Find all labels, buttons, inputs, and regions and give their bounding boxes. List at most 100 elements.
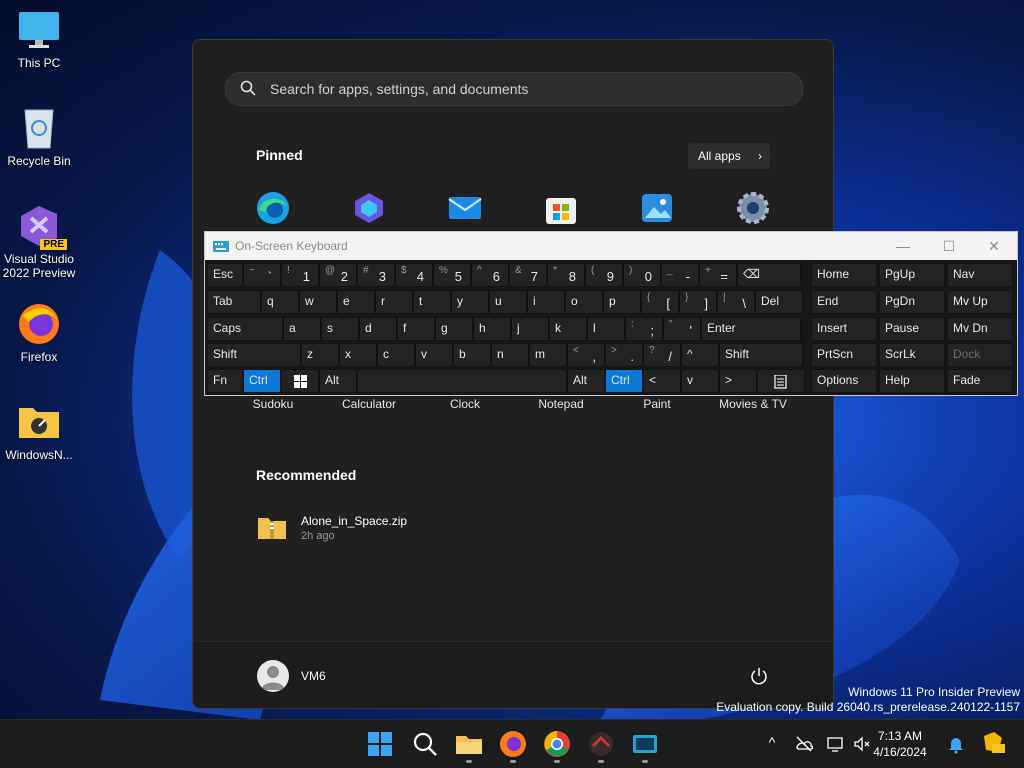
osk-key-kr3-0[interactable]: Caps <box>207 317 283 341</box>
pinned-app-mail[interactable] <box>417 190 513 226</box>
osk-nav-key-fade[interactable]: Fade <box>947 369 1013 393</box>
osk-key-kr5-3[interactable]: Alt <box>319 369 357 393</box>
osk-key-kr1-10[interactable]: (9 <box>585 263 623 287</box>
osk-key-kr3-3[interactable]: d <box>359 317 397 341</box>
pinned-app-sudoku[interactable]: Sudoku <box>225 397 321 411</box>
osk-key-kr3-7[interactable]: j <box>511 317 549 341</box>
osk-key-kr4-0[interactable]: Shift <box>207 343 301 367</box>
osk-nav-key-home[interactable]: Home <box>811 263 877 287</box>
maximize-button[interactable]: ☐ <box>926 232 972 260</box>
osk-key-kr4-5[interactable]: b <box>453 343 491 367</box>
osk-key-kr4-1[interactable]: z <box>301 343 339 367</box>
osk-key-kr5-0[interactable]: Fn <box>207 369 243 393</box>
osk-key-kr3-10[interactable]: :; <box>625 317 663 341</box>
osk-nav-key-mv-dn[interactable]: Mv Dn <box>947 317 1013 341</box>
osk-key-kr2-11[interactable]: {[ <box>641 290 679 314</box>
taskbar-firefox[interactable] <box>497 728 529 763</box>
taskbar-file-explorer[interactable] <box>453 728 485 763</box>
osk-key-kr4-11[interactable]: ^ <box>681 343 719 367</box>
osk-nav-key-options[interactable]: Options <box>811 369 877 393</box>
display-icon[interactable] <box>826 734 846 754</box>
osk-key-kr1-14[interactable]: ⌫ <box>737 263 801 287</box>
osk-nav-key-pgdn[interactable]: PgDn <box>879 290 945 314</box>
osk-key-kr4-7[interactable]: m <box>529 343 567 367</box>
osk-key-kr1-8[interactable]: & 7 <box>509 263 547 287</box>
osk-key-kr1-6[interactable]: % 5 <box>433 263 471 287</box>
osk-nav-key-pgup[interactable]: PgUp <box>879 263 945 287</box>
osk-key-kr4-3[interactable]: c <box>377 343 415 367</box>
pinned-app-store[interactable] <box>513 190 609 226</box>
pinned-app-settings[interactable] <box>705 190 801 226</box>
pinned-app-calculator[interactable]: Calculator <box>321 397 417 411</box>
osk-key-kr5-8[interactable]: v <box>681 369 719 393</box>
osk-key-kr1-2[interactable]: ! 1 <box>281 263 319 287</box>
osk-nav-key-help[interactable]: Help <box>879 369 945 393</box>
minimize-button[interactable]: — <box>880 232 926 260</box>
osk-key-kr2-1[interactable]: q <box>261 290 299 314</box>
osk-key-kr2-9[interactable]: o <box>565 290 603 314</box>
osk-key-kr2-12[interactable]: }] <box>679 290 717 314</box>
osk-key-kr2-0[interactable]: Tab <box>207 290 261 314</box>
osk-key-kr1-3[interactable]: @2 <box>319 263 357 287</box>
osk-nav-key-insert[interactable]: Insert <box>811 317 877 341</box>
osk-key-kr3-11[interactable]: " ' <box>663 317 701 341</box>
tray-overflow-chevron[interactable]: ^ <box>762 734 782 754</box>
osk-key-kr4-8[interactable]: <, <box>567 343 605 367</box>
osk-key-kr4-2[interactable]: x <box>339 343 377 367</box>
pinned-app-photos[interactable] <box>609 190 705 226</box>
osk-key-kr4-6[interactable]: n <box>491 343 529 367</box>
power-icon[interactable] <box>749 666 769 686</box>
osk-key-kr4-12[interactable]: Shift <box>719 343 803 367</box>
notification-bell-icon[interactable] <box>946 734 966 754</box>
osk-key-space[interactable] <box>357 369 567 393</box>
osk-key-kr1-11[interactable]: ) 0 <box>623 263 661 287</box>
osk-key-menu-key[interactable] <box>757 369 805 393</box>
osk-key-kr2-4[interactable]: r <box>375 290 413 314</box>
desktop-icon-firefox[interactable]: Firefox <box>1 302 77 364</box>
desktop-icon-windowsn[interactable]: WindowsN... <box>1 400 77 462</box>
copilot-pre-icon[interactable] <box>980 730 1006 756</box>
osk-key-kr5-6[interactable]: Ctrl <box>605 369 643 393</box>
osk-key-kr1-12[interactable]: _ - <box>661 263 699 287</box>
taskbar-search-button[interactable] <box>409 728 441 760</box>
osk-key-kr1-5[interactable]: $4 <box>395 263 433 287</box>
osk-key-kr2-10[interactable]: p <box>603 290 641 314</box>
osk-key-kr1-4[interactable]: #3 <box>357 263 395 287</box>
osk-key-kr3-2[interactable]: s <box>321 317 359 341</box>
pinned-app-movies-tv[interactable]: Movies & TV <box>705 397 801 411</box>
desktop-icon-this-pc[interactable]: This PC <box>1 8 77 70</box>
osk-key-kr5-1[interactable]: Ctrl <box>243 369 281 393</box>
osk-key-kr2-6[interactable]: y <box>451 290 489 314</box>
taskbar-chrome[interactable] <box>541 728 573 763</box>
osk-key-kr3-6[interactable]: h <box>473 317 511 341</box>
osk-key-kr5-7[interactable]: < <box>643 369 681 393</box>
taskbar-dark-app[interactable] <box>585 728 617 763</box>
avatar[interactable] <box>257 660 289 692</box>
osk-nav-key-mv-up[interactable]: Mv Up <box>947 290 1013 314</box>
osk-key-kr2-13[interactable]: | \ <box>717 290 755 314</box>
osk-key-kr4-10[interactable]: ? / <box>643 343 681 367</box>
desktop-icon-recycle-bin[interactable]: Recycle Bin <box>1 106 77 168</box>
pinned-app-notepad[interactable]: Notepad <box>513 397 609 411</box>
recommended-item[interactable]: Alone_in_Space.zip 2h ago <box>257 512 457 552</box>
taskbar-osk-app[interactable] <box>629 728 661 763</box>
osk-key-kr1-7[interactable]: ^ 6 <box>471 263 509 287</box>
osk-key-kr1-0[interactable]: Esc <box>207 263 243 287</box>
all-apps-button[interactable]: All apps › <box>688 143 770 169</box>
pinned-app-paint[interactable]: Paint <box>609 397 705 411</box>
onedrive-off-icon[interactable] <box>794 734 814 754</box>
osk-key-kr2-8[interactable]: i <box>527 290 565 314</box>
osk-key-windows-key[interactable] <box>281 369 319 393</box>
osk-key-kr4-4[interactable]: v <box>415 343 453 367</box>
osk-key-kr2-7[interactable]: u <box>489 290 527 314</box>
osk-nav-key-scrlk[interactable]: ScrLk <box>879 343 945 367</box>
osk-key-kr3-5[interactable]: g <box>435 317 473 341</box>
pinned-app-clock[interactable]: Clock <box>417 397 513 411</box>
osk-key-kr3-12[interactable]: Enter <box>701 317 801 341</box>
osk-nav-key-nav[interactable]: Nav <box>947 263 1013 287</box>
osk-key-kr2-2[interactable]: w <box>299 290 337 314</box>
taskbar-clock[interactable]: 7:13 AM 4/16/2024 <box>856 728 944 760</box>
osk-nav-key-end[interactable]: End <box>811 290 877 314</box>
osk-key-kr3-1[interactable]: a <box>283 317 321 341</box>
osk-nav-key-dock[interactable]: Dock <box>947 343 1013 367</box>
